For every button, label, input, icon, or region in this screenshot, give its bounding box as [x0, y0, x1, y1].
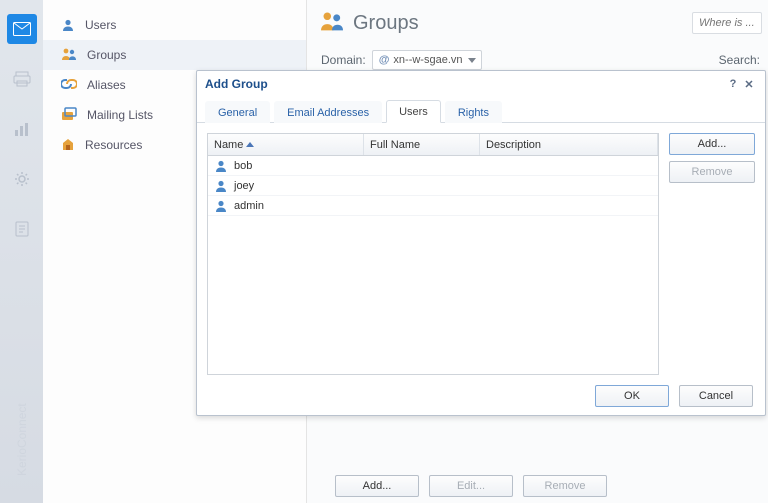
global-search-input[interactable] [692, 12, 762, 34]
search-label: Search: [719, 53, 760, 67]
close-button[interactable]: ✕ [741, 76, 757, 92]
sidebar-item-label: Resources [85, 138, 142, 152]
rail-mail-icon[interactable] [7, 14, 37, 44]
brand-label: KerioConnect [15, 403, 29, 476]
sidebar-item-users[interactable]: Users [43, 10, 306, 40]
col-header-fullname[interactable]: Full Name [364, 134, 480, 155]
table-row[interactable]: admin [208, 196, 658, 216]
user-icon [61, 18, 75, 32]
table-row[interactable]: bob [208, 156, 658, 176]
sidebar-item-groups[interactable]: Groups [43, 40, 306, 70]
main-toolbar: Add... Edit... Remove [335, 475, 607, 497]
col-header-description[interactable]: Description [480, 134, 658, 155]
sidebar-item-label: Users [85, 18, 116, 32]
sidebar-item-label: Groups [87, 48, 126, 62]
domain-label: Domain: [321, 53, 366, 67]
cell-name: bob [234, 160, 368, 172]
tab-general[interactable]: General [205, 101, 270, 123]
sidebar-item-label: Aliases [87, 78, 126, 92]
dialog-add-user-button[interactable]: Add... [669, 133, 755, 155]
add-group-dialog: Add Group ? ✕ General Email Addresses Us… [196, 70, 766, 416]
cancel-button[interactable]: Cancel [679, 385, 753, 407]
main-add-button[interactable]: Add... [335, 475, 419, 497]
page-title: Groups [353, 12, 419, 35]
users-grid: Name Full Name Description bob joey admin [207, 133, 659, 375]
tab-email-addresses[interactable]: Email Addresses [274, 101, 382, 123]
rail-printer-icon[interactable] [7, 64, 37, 94]
dialog-remove-user-button[interactable]: Remove [669, 161, 755, 183]
help-button[interactable]: ? [725, 76, 741, 92]
domain-value: xn--w-sgae.vn [393, 54, 462, 66]
col-header-name[interactable]: Name [208, 134, 364, 155]
at-icon: @ [379, 54, 390, 66]
user-icon [214, 179, 228, 193]
group-icon [61, 47, 77, 64]
user-icon [214, 199, 228, 213]
domain-select[interactable]: @ xn--w-sgae.vn [372, 50, 482, 70]
dialog-tabstrip: General Email Addresses Users Rights [197, 97, 765, 123]
main-remove-button[interactable]: Remove [523, 475, 607, 497]
table-row[interactable]: joey [208, 176, 658, 196]
rail-notes-icon[interactable] [7, 214, 37, 244]
ok-button[interactable]: OK [595, 385, 669, 407]
sort-asc-icon [246, 142, 254, 147]
group-icon [319, 10, 345, 37]
rail-settings-icon[interactable] [7, 164, 37, 194]
cell-name: admin [234, 200, 368, 212]
alias-icon [61, 78, 77, 93]
tab-rights[interactable]: Rights [445, 101, 502, 123]
sidebar-item-label: Mailing Lists [87, 108, 153, 122]
dialog-title: Add Group [205, 77, 268, 91]
resources-icon [61, 137, 75, 154]
mailinglist-icon [61, 107, 77, 124]
cell-name: joey [234, 180, 368, 192]
tab-users[interactable]: Users [386, 100, 441, 123]
rail-stats-icon[interactable] [7, 114, 37, 144]
nav-rail: KerioConnect [0, 0, 43, 503]
main-edit-button[interactable]: Edit... [429, 475, 513, 497]
user-icon [214, 159, 228, 173]
